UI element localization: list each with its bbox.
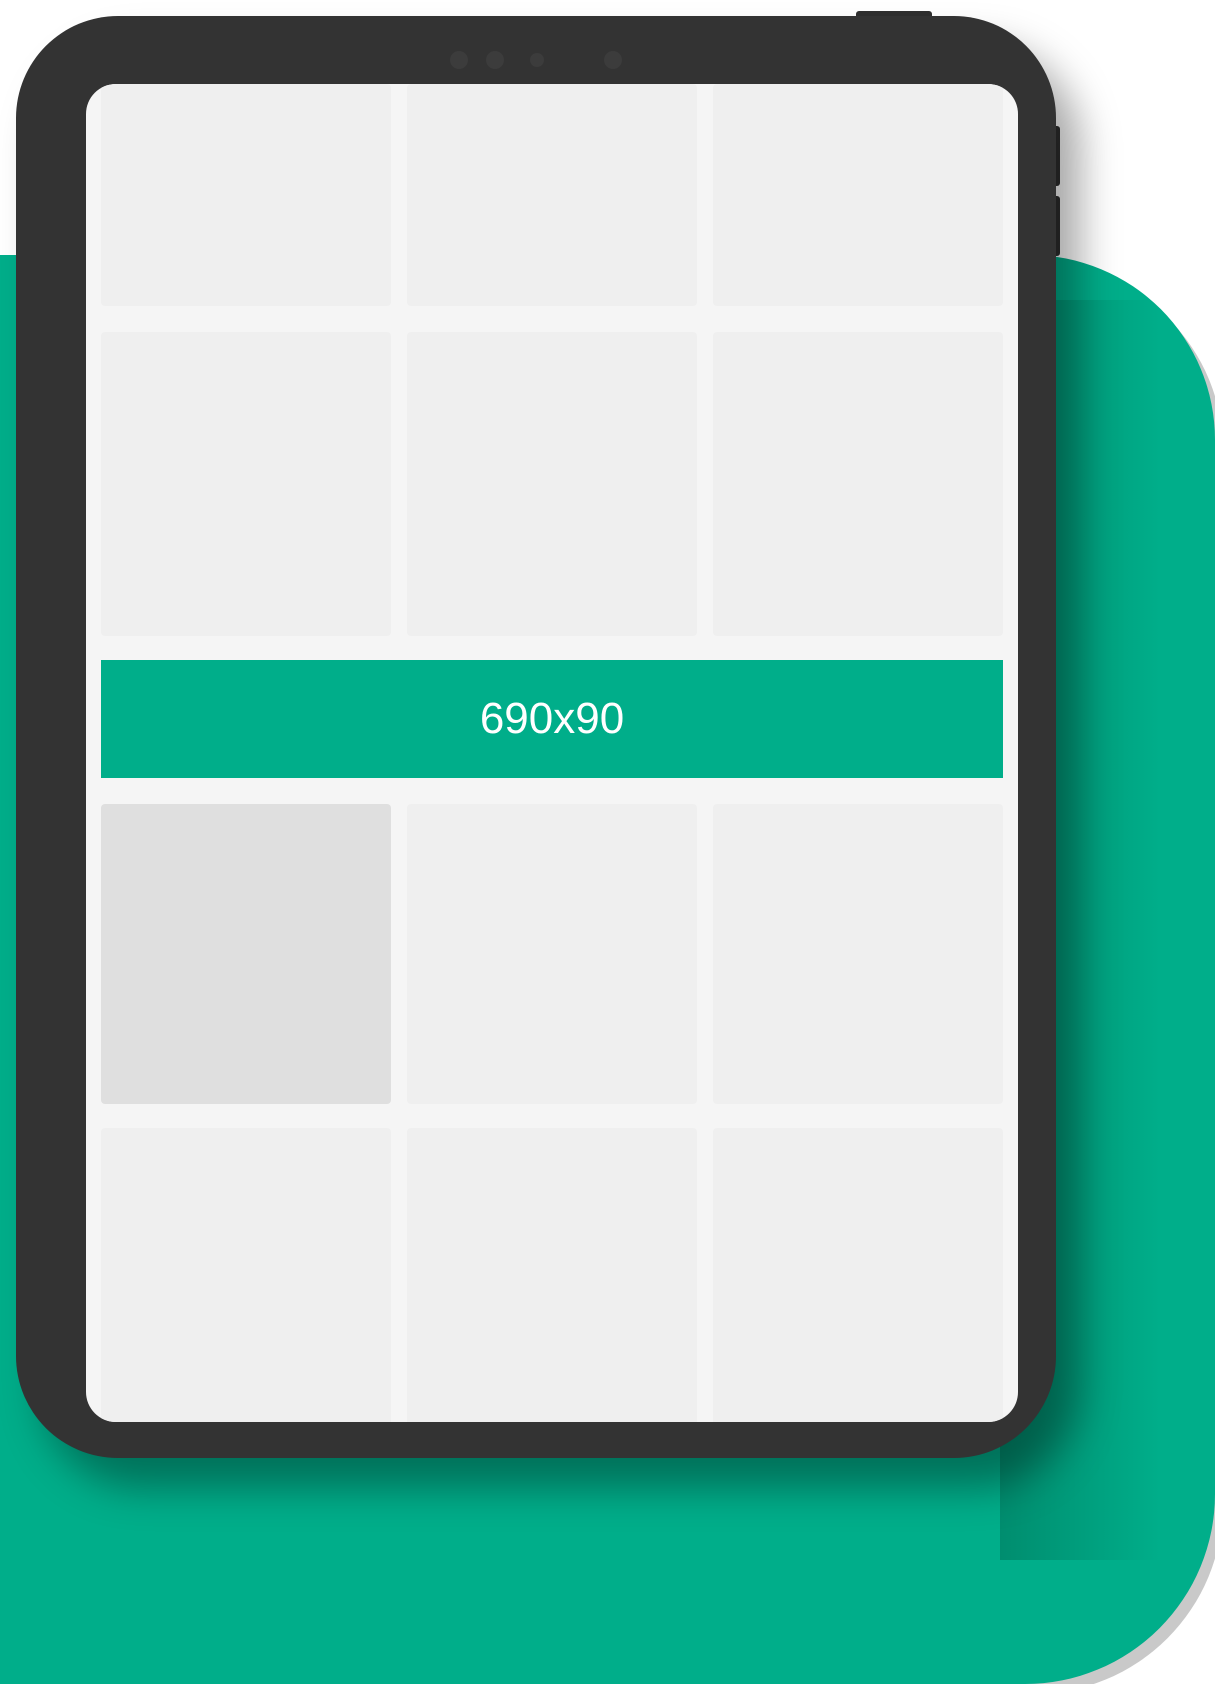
sensor-dot (450, 51, 468, 69)
ad-banner[interactable]: 690x90 (101, 660, 1003, 778)
content-tile[interactable] (101, 332, 391, 636)
sensor-dot (530, 53, 544, 67)
content-tile[interactable] (407, 1128, 697, 1422)
content-tile[interactable] (713, 84, 1003, 306)
tablet-screen: 690x90 (86, 84, 1018, 1422)
tablet-device: 690x90 (16, 16, 1056, 1458)
content-tile[interactable] (713, 332, 1003, 636)
content-tile-selected[interactable] (101, 804, 391, 1104)
content-tile[interactable] (101, 1128, 391, 1422)
content-tile[interactable] (407, 332, 697, 636)
content-tile[interactable] (101, 84, 391, 306)
content-tile[interactable] (713, 804, 1003, 1104)
content-tile[interactable] (713, 1128, 1003, 1422)
content-tile[interactable] (407, 804, 697, 1104)
camera-lens (604, 51, 622, 69)
ad-banner-label: 690x90 (479, 694, 625, 743)
content-tile[interactable] (407, 84, 697, 306)
sensor-dot (486, 51, 504, 69)
